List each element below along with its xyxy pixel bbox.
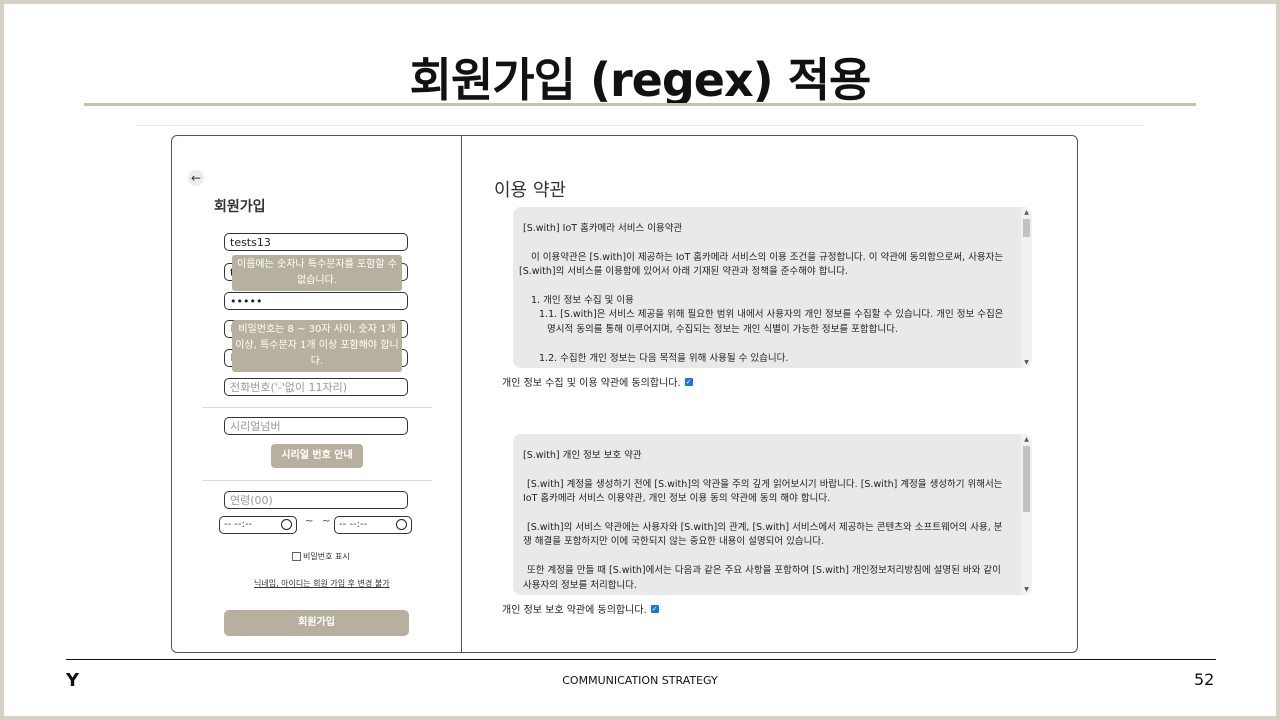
scrollbar-thumb[interactable]	[1023, 219, 1030, 237]
service-terms-agree[interactable]: 개인 정보 수집 및 이용 약관에 동의합니다. ✓	[502, 374, 693, 389]
slide: 회원가입 (regex) 적용 ← 회원가입 tests13 t 이름에는 숫자…	[4, 4, 1276, 716]
privacy-terms-agree[interactable]: 개인 정보 보호 약관에 동의합니다. ✓	[502, 601, 659, 616]
privacy-terms-p3: 또한 계정을 만들 때 [S.with]에서는 다음과 같은 주요 사항을 포함…	[523, 564, 1001, 591]
privacy-terms-p1: [S.with] 계정을 생성하기 전에 [S.with]의 약관을 주의 깊게…	[523, 478, 1003, 505]
show-password-checkbox[interactable]	[292, 552, 301, 561]
service-terms-section-1: 1. 개인 정보 수집 및 이용	[531, 294, 634, 306]
slide-title: 회원가입 (regex) 적용	[409, 53, 872, 107]
service-terms-agree-label: 개인 정보 수집 및 이용 약관에 동의합니다.	[502, 378, 681, 389]
panel-divider	[461, 136, 462, 652]
password-error-tooltip: 비밀번호는 8 ~ 30자 사이, 숫자 1개 이상, 특수문자 1개 이상 포…	[232, 320, 402, 372]
page-number: 52	[1194, 670, 1215, 689]
privacy-terms-scrollbar[interactable]: ▲ ▼	[1021, 434, 1032, 595]
time-separator: ~	[305, 516, 314, 527]
scrollbar-thumb[interactable]	[1023, 446, 1030, 512]
serial-number-field[interactable]: 시리얼넘버	[224, 417, 408, 435]
service-terms-section-1-1: 1.1. [S.with]은 서비스 제공을 위해 필요한 범위 내에서 사용자…	[539, 309, 1004, 335]
screenshot-frame: ← 회원가입 tests13 t 이름에는 숫자나 특수문자를 포함할 수 없습…	[171, 135, 1078, 653]
service-terms-content: [S.with] IoT 홈카메라 서비스 이용약관 이 이용약관은 [S.wi…	[513, 207, 1020, 368]
signup-submit-button[interactable]: 회원가입	[224, 610, 409, 636]
username-field[interactable]: tests13	[224, 233, 408, 251]
start-time-input[interactable]: -- --:--	[219, 516, 297, 534]
form-divider	[202, 407, 432, 408]
age-field[interactable]: 연령(00)	[224, 491, 408, 509]
privacy-terms-checkbox[interactable]: ✓	[650, 604, 659, 613]
service-terms-intro: 이 이용약관은 [S.with]이 제공하는 IoT 홈카메라 서비스의 이용 …	[519, 251, 1004, 278]
clock-icon[interactable]	[396, 519, 407, 530]
clock-icon[interactable]	[281, 519, 292, 530]
privacy-terms-heading: [S.with] 개인 정보 보호 약관	[523, 450, 642, 461]
privacy-terms-p2: [S.with]의 서비스 약관에는 사용자와 [S.with]의 관계, [S…	[523, 521, 1003, 548]
service-terms-heading: [S.with] IoT 홈카메라 서비스 이용약관	[523, 223, 683, 234]
time-separator: ~	[322, 516, 331, 527]
password-field[interactable]: •••••	[224, 292, 408, 310]
privacy-terms-content: [S.with] 개인 정보 보호 약관 [S.with] 계정을 생성하기 전…	[513, 434, 1020, 595]
scroll-down-icon[interactable]: ▼	[1021, 586, 1032, 593]
back-arrow-icon[interactable]: ←	[188, 170, 204, 186]
footer-divider	[66, 659, 1216, 660]
nickname-id-notice: 닉네임, 아이디는 회원 가입 후 변경 불가	[254, 579, 390, 588]
terms-title: 이용 약관	[494, 180, 566, 201]
show-password-toggle[interactable]: 비밀번호 표시	[292, 551, 350, 562]
title-underline	[84, 103, 1196, 106]
serial-guide-button[interactable]: 시리얼 번호 안내	[271, 444, 363, 468]
scroll-up-icon[interactable]: ▲	[1021, 436, 1032, 443]
end-time-value: -- --:--	[339, 519, 368, 530]
form-divider	[202, 480, 432, 481]
phone-field[interactable]: 전화번호('-'없이 11자리)	[224, 378, 408, 396]
scroll-down-icon[interactable]: ▼	[1021, 359, 1032, 366]
service-terms-scrollbar[interactable]: ▲ ▼	[1021, 207, 1032, 368]
signup-title: 회원가입	[214, 199, 266, 215]
footer-text: COMMUNICATION STRATEGY	[562, 674, 718, 687]
service-terms-section-1-2: 1.2. 수집한 개인 정보는 다음 목적을 위해 사용될 수 있습니다.	[539, 352, 789, 364]
start-time-value: -- --:--	[224, 519, 253, 530]
end-time-input[interactable]: -- --:--	[334, 516, 412, 534]
top-divider	[136, 125, 1144, 126]
privacy-terms-box[interactable]: [S.with] 개인 정보 보호 약관 [S.with] 계정을 생성하기 전…	[513, 434, 1032, 595]
show-password-label: 비밀번호 표시	[303, 552, 350, 561]
privacy-terms-agree-label: 개인 정보 보호 약관에 동의합니다.	[502, 605, 647, 616]
service-terms-box[interactable]: [S.with] IoT 홈카메라 서비스 이용약관 이 이용약관은 [S.wi…	[513, 207, 1032, 368]
scroll-up-icon[interactable]: ▲	[1021, 209, 1032, 216]
name-error-tooltip: 이름에는 숫자나 특수문자를 포함할 수 없습니다.	[232, 255, 402, 291]
service-terms-checkbox[interactable]: ✓	[684, 377, 693, 386]
